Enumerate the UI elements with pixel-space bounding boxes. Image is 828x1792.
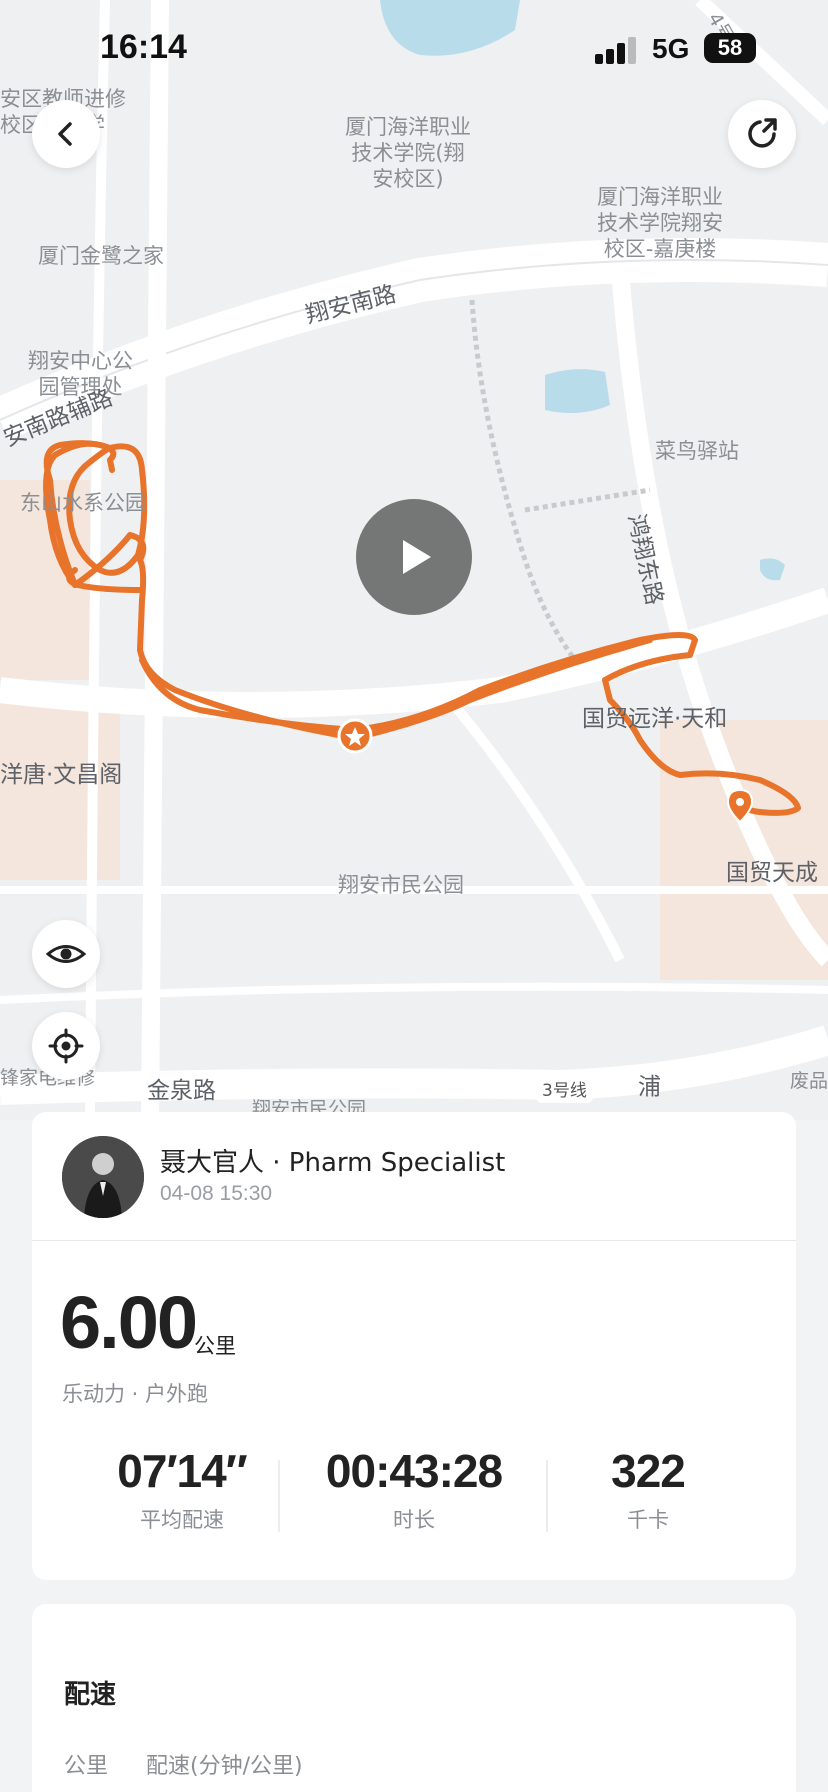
pace-column-km: 公里 bbox=[64, 1754, 109, 1779]
map-label: 厦门海洋职业 技术学院翔安 校区-嘉庚楼 bbox=[597, 185, 723, 261]
road-label: 金泉路 bbox=[147, 1078, 216, 1104]
map-label: 国贸远洋·天和 bbox=[582, 706, 728, 732]
play-route-button[interactable] bbox=[356, 499, 472, 615]
activity-type: 乐动力 · 户外跑 bbox=[62, 1382, 209, 1406]
stat-duration: 00:43:28 时长 bbox=[294, 1444, 534, 1534]
locate-icon bbox=[48, 1028, 84, 1064]
start-marker bbox=[337, 718, 373, 754]
distance-unit: 公里 bbox=[194, 1334, 236, 1358]
back-button[interactable] bbox=[32, 100, 100, 168]
avatar[interactable] bbox=[62, 1136, 144, 1218]
stat-label: 时长 bbox=[393, 1508, 435, 1532]
metro-line-label: 3号线 bbox=[536, 1079, 593, 1103]
pace-card: 配速 公里 配速(分钟/公里) bbox=[32, 1604, 796, 1792]
stat-avg-pace: 07′14″ 平均配速 bbox=[62, 1444, 302, 1534]
map-label: 国贸天成 bbox=[726, 860, 818, 886]
map-label: 洋唐·文昌阁 bbox=[0, 762, 123, 788]
map-label: 废品 bbox=[790, 1070, 828, 1092]
stat-label: 千卡 bbox=[627, 1508, 669, 1532]
battery-icon: 58 bbox=[704, 33, 756, 63]
share-icon bbox=[748, 118, 777, 148]
distance-value: 6.00 bbox=[60, 1281, 198, 1364]
map-label: 东山水系公园 bbox=[20, 491, 146, 515]
map-label: 厦门金鹭之家 bbox=[38, 244, 164, 268]
stat-calories: 322 千卡 bbox=[528, 1444, 768, 1534]
network-type: 5G bbox=[652, 33, 690, 64]
stat-label: 平均配速 bbox=[140, 1508, 224, 1532]
status-bar: 16:14 5G 58 bbox=[0, 0, 828, 100]
signal-icon bbox=[595, 36, 639, 64]
workout-date: 04-08 15:30 bbox=[160, 1182, 273, 1205]
route-map[interactable]: 安区教师进修 校区附属学 厦门海洋职业 技术学院(翔 安校区) 厦门海洋职业 技… bbox=[0, 0, 828, 1120]
stat-value: 322 bbox=[611, 1445, 686, 1497]
avatar-image bbox=[62, 1136, 144, 1218]
user-name: 聂大官人 · Pharm Specialist bbox=[160, 1148, 506, 1178]
toggle-visibility-button[interactable] bbox=[32, 920, 100, 988]
chevron-left-icon bbox=[58, 122, 72, 146]
map-label: 浦 bbox=[638, 1074, 661, 1100]
workout-summary-card: 聂大官人 · Pharm Specialist 04-08 15:30 6.00… bbox=[32, 1112, 796, 1580]
divider bbox=[32, 1240, 796, 1241]
locate-button[interactable] bbox=[32, 1012, 100, 1080]
eye-icon bbox=[46, 945, 86, 963]
pace-column-pace: 配速(分钟/公里) bbox=[146, 1754, 303, 1779]
map-label: 翔安市民公园 bbox=[338, 873, 464, 897]
stat-value: 00:43:28 bbox=[325, 1445, 503, 1497]
divider bbox=[278, 1460, 280, 1532]
map-label: 菜鸟驿站 bbox=[655, 439, 739, 463]
play-icon bbox=[403, 540, 431, 574]
map-label: 厦门海洋职业 技术学院(翔 安校区) bbox=[345, 115, 471, 191]
map-label: 翔安中心公 园管理处 bbox=[28, 349, 133, 399]
status-time: 16:14 bbox=[100, 28, 187, 66]
share-button[interactable] bbox=[728, 100, 796, 168]
pace-section-title: 配速 bbox=[64, 1680, 117, 1710]
stat-value: 07′14″ bbox=[117, 1445, 247, 1497]
